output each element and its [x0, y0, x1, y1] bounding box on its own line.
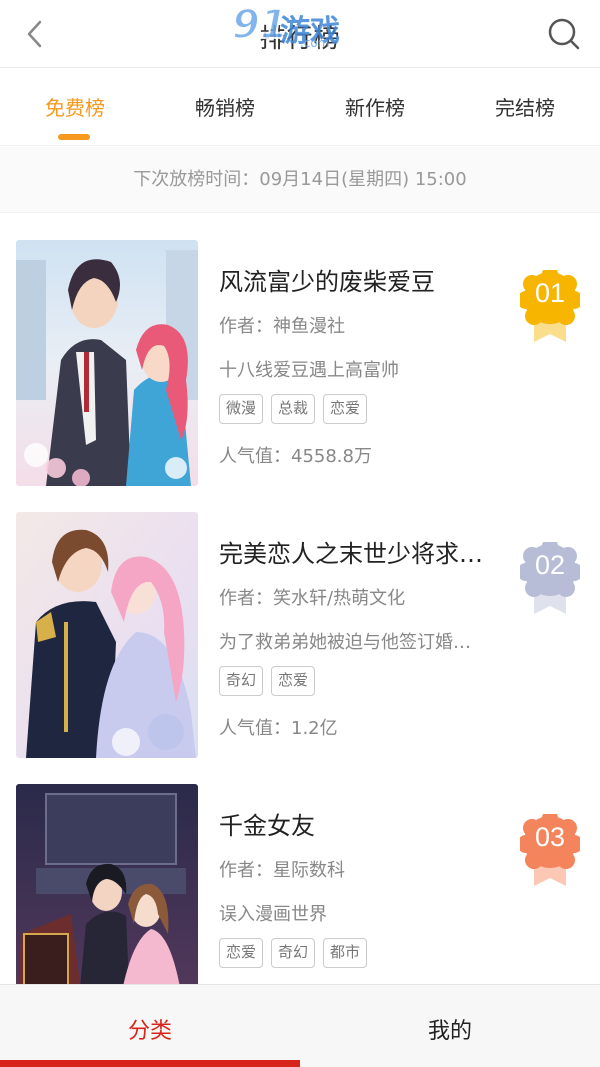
tag: 都市 — [323, 938, 368, 968]
comic-title[interactable]: 千金女友 — [219, 806, 489, 841]
cover-image-1 — [16, 240, 198, 486]
comic-tags: 微漫 总裁 恋爱 — [219, 394, 368, 424]
site-watermark-logo: 91 游戏 .com — [231, 1, 372, 54]
ranking-tabs: 免费榜 畅销榜 新作榜 完结榜 — [0, 68, 600, 146]
comic-author: 作者：星际数科 — [219, 860, 345, 881]
tab-free[interactable]: 免费榜 — [0, 92, 150, 121]
search-icon — [548, 18, 580, 50]
nav-category[interactable]: 分类 — [0, 1013, 300, 1045]
comic-title[interactable]: 风流富少的废柴爱豆 — [219, 262, 489, 297]
tag: 恋爱 — [271, 666, 316, 696]
top-bar: 排行榜 91 游戏 .com — [0, 0, 600, 68]
tab-bestselling[interactable]: 畅销榜 — [150, 92, 300, 121]
comic-author: 作者：笑水轩/热萌文化 — [219, 588, 406, 609]
tab-new[interactable]: 新作榜 — [300, 92, 450, 121]
comic-cover[interactable] — [16, 784, 198, 984]
bottom-navigation: 分类 我的 — [0, 984, 600, 1067]
active-tab-indicator — [58, 134, 90, 140]
list-item[interactable]: 风流富少的废柴爱豆 作者：神鱼漫社 十八线爱豆遇上高富帅 微漫 总裁 恋爱 人气… — [0, 214, 600, 486]
tag: 总裁 — [271, 394, 316, 424]
next-ranking-time-notice: 下次放榜时间：09月14日(星期四) 15:00 — [0, 147, 600, 213]
comic-description: 为了救弟弟她被迫与他签订婚… — [219, 632, 471, 653]
cover-image-3 — [16, 784, 198, 984]
tag: 奇幻 — [271, 938, 316, 968]
tab-completed[interactable]: 完结榜 — [450, 92, 600, 121]
list-item[interactable]: 完美恋人之末世少将求… 作者：笑水轩/热萌文化 为了救弟弟她被迫与他签订婚… 奇… — [0, 486, 600, 758]
comic-description: 误入漫画世界 — [219, 904, 327, 925]
bottom-active-indicator — [0, 1060, 300, 1067]
comic-cover[interactable] — [16, 512, 198, 758]
tag: 恋爱 — [219, 938, 264, 968]
comic-popularity: 人气值：1.2亿 — [219, 718, 338, 739]
rank-number: 02 — [534, 550, 566, 580]
comic-title[interactable]: 完美恋人之末世少将求… — [219, 534, 489, 569]
watermark-domain: .com — [300, 36, 330, 50]
cover-image-2 — [16, 512, 198, 758]
list-item[interactable]: 千金女友 作者：星际数科 误入漫画世界 恋爱 奇幻 都市 03 — [0, 758, 600, 984]
search-button[interactable] — [544, 14, 584, 54]
ranking-list[interactable]: 风流富少的废柴爱豆 作者：神鱼漫社 十八线爱豆遇上高富帅 微漫 总裁 恋爱 人气… — [0, 214, 600, 984]
comic-cover[interactable] — [16, 240, 198, 486]
nav-mine[interactable]: 我的 — [300, 1013, 600, 1045]
rank-badge: 03 — [517, 810, 583, 890]
comic-tags: 奇幻 恋爱 — [219, 666, 316, 696]
tag: 恋爱 — [323, 394, 368, 424]
tag: 微漫 — [219, 394, 264, 424]
rank-badge: 01 — [517, 266, 583, 346]
rank-badge: 02 — [517, 538, 583, 618]
rank-number: 03 — [534, 822, 566, 852]
tag: 奇幻 — [219, 666, 264, 696]
rank-number: 01 — [534, 278, 566, 308]
comic-author: 作者：神鱼漫社 — [219, 316, 345, 337]
comic-tags: 恋爱 奇幻 都市 — [219, 938, 368, 968]
comic-description: 十八线爱豆遇上高富帅 — [219, 360, 399, 381]
comic-popularity: 人气值：4558.8万 — [219, 446, 372, 467]
